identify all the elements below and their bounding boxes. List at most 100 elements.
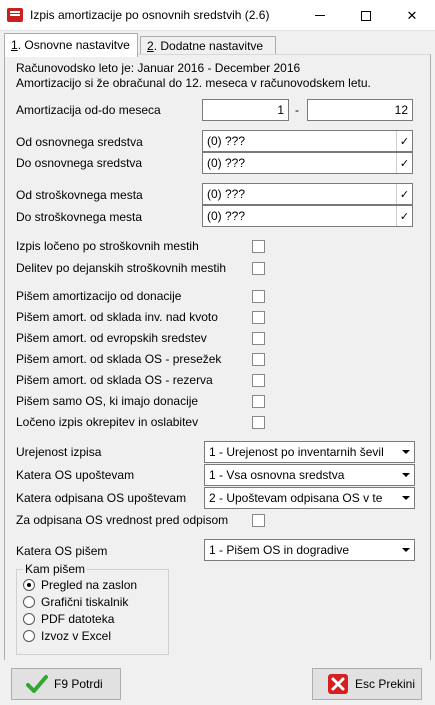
checkbox-label: Pišem amort. od sklada OS - rezerva [16,373,213,387]
cost-center-to-lookup-button[interactable]: ✓ [396,206,412,226]
tab-basic-settings[interactable]: 1. Osnovne nastavitve [4,33,138,57]
fund-surplus-checkbox[interactable] [252,353,265,366]
app-icon [7,8,23,22]
period-label: Amortizacija od-do meseca [16,103,161,117]
asset-to-lookup-button[interactable]: ✓ [396,153,412,173]
dialog-body: 1. Osnovne nastavitve 2. Dodatne nastavi… [0,31,435,705]
sort-order-value: 1 - Urejenost po inventarnih ševil [209,445,384,459]
month-to-input[interactable]: 12 [307,99,413,121]
written-off-label: Katera odpisana OS upoštevam [16,491,187,505]
assets-filter-select[interactable]: 1 - Vsa osnovna sredstva [204,464,415,486]
checkbox-label: Izpis ločeno po stroškovnih mestih [16,239,199,253]
chevron-down-icon[interactable] [398,442,414,462]
minimize-button[interactable] [297,0,343,31]
asset-from-lookup-button[interactable]: ✓ [396,131,412,151]
cost-center-to-input[interactable]: (0) ??? ✓ [202,205,413,227]
assets-filter-value: 1 - Vsa osnovna sredstva [209,468,345,482]
value-before-writeoff-checkbox[interactable] [252,514,265,527]
minimize-icon [315,15,325,16]
impairment-split-checkbox[interactable] [252,416,265,429]
check-icon: ✓ [399,135,410,148]
fiscal-year-info: Računovodsko leto je: Januar 2016 - Dece… [16,61,301,75]
output-excel-option[interactable]: Izvoz v Excel [23,629,111,643]
asset-from-label: Od osnovnega sredstva [16,135,143,149]
amortization-status-info: Amortizacijo si že obračunal do 12. mese… [16,76,371,90]
dialog-footer: F9 Potrdi Esc Prekini [0,660,435,705]
output-pdf-option[interactable]: PDF datoteka [23,612,114,626]
checkbox-label: Pišem amort. od evropskih sredstev [16,331,207,345]
cost-center-from-input[interactable]: (0) ??? ✓ [202,183,413,205]
close-button[interactable]: ✕ [389,0,435,31]
tab-extra-settings[interactable]: 2. Dodatne nastavitve [140,36,276,56]
checkbox-label: Za odpisana OS vrednost pred odpisom [16,513,229,527]
chevron-down-icon[interactable] [398,465,414,485]
sort-order-select[interactable]: 1 - Urejenost po inventarnih ševil [204,441,415,463]
output-destination-group: Kam pišem Pregled na zaslon Grafični tis… [16,562,169,655]
radio-icon [23,596,35,608]
cancel-x-icon [328,674,348,694]
close-icon: ✕ [406,7,418,23]
cost-center-to-value: (0) ??? [207,209,246,223]
check-icon: ✓ [399,210,410,223]
assets-print-value: 1 - Pišem OS in dogradive [209,543,350,557]
checkbox-label: Delitev po dejanskih stroškovnih mestih [16,261,227,275]
period-separator: - [295,103,299,117]
checkbox-label: Pišem amortizacijo od donacije [16,289,182,303]
actual-cost-center-split-checkbox[interactable] [252,262,265,275]
asset-from-input[interactable]: (0) ??? ✓ [202,130,413,152]
output-destination-title: Kam pišem [23,562,88,576]
checkbox-label: Pišem samo OS, ki imajo donacije [16,394,199,408]
radio-icon [23,613,35,625]
confirm-button[interactable]: F9 Potrdi [11,668,121,700]
check-icon: ✓ [399,157,410,170]
tab-panel: Računovodsko leto je: Januar 2016 - Dece… [4,54,431,682]
chevron-down-icon[interactable] [398,488,414,508]
cost-center-to-label: Do stroškovnega mesta [16,210,143,224]
checkmark-icon [26,675,48,693]
written-off-select[interactable]: 2 - Upoštevam odpisana OS v te [204,487,415,509]
output-option-label: PDF datoteka [41,612,115,626]
assets-filter-label: Katera OS upoštevam [16,468,135,482]
output-printer-option[interactable]: Grafični tiskalnik [23,595,128,609]
cost-center-from-label: Od stroškovnega mesta [16,188,143,202]
assets-print-select[interactable]: 1 - Pišem OS in dogradive [204,539,415,561]
split-by-cost-center-checkbox[interactable] [252,240,265,253]
tab-basic-settings-hotkey: 1 [11,38,18,52]
cancel-button-label: Esc Prekini [355,677,416,691]
cancel-button[interactable]: Esc Prekini [312,668,422,700]
checkbox-label: Ločeno izpis okrepitev in oslabitev [16,415,199,429]
cost-center-from-lookup-button[interactable]: ✓ [396,184,412,204]
output-option-label: Pregled na zaslon [41,578,138,592]
output-option-label: Grafični tiskalnik [41,595,129,609]
cost-center-from-value: (0) ??? [207,187,246,201]
european-funds-checkbox[interactable] [252,332,265,345]
output-screen-option[interactable]: Pregled na zaslon [23,578,137,592]
fund-reserve-checkbox[interactable] [252,374,265,387]
maximize-icon [361,10,371,21]
written-off-value: 2 - Upoštevam odpisana OS v te [209,491,383,505]
assets-print-label: Katera OS pišem [16,544,108,558]
radio-icon [23,630,35,642]
output-option-label: Izvoz v Excel [41,629,112,643]
checkbox-label: Pišem amort. od sklada inv. nad kvoto [16,310,218,324]
radio-selected-icon [23,579,35,591]
tab-basic-settings-label: . Osnovne nastavitve [17,38,130,52]
asset-from-value: (0) ??? [207,134,246,148]
chevron-down-icon[interactable] [398,540,414,560]
month-from-input[interactable]: 1 [202,99,289,121]
window-title: Izpis amortizacije po osnovnih sredstvih… [30,8,270,22]
sort-order-label: Urejenost izpisa [16,445,102,459]
only-donated-assets-checkbox[interactable] [252,395,265,408]
maximize-button[interactable] [343,0,389,31]
asset-to-label: Do osnovnega sredstva [16,156,143,170]
donation-amortization-checkbox[interactable] [252,290,265,303]
checkbox-label: Pišem amort. od sklada OS - presežek [16,352,222,366]
tab-extra-settings-hotkey: 2 [147,39,154,53]
asset-to-value: (0) ??? [207,156,246,170]
tab-extra-settings-label: . Dodatne nastavitve [153,39,264,53]
investment-fund-checkbox[interactable] [252,311,265,324]
confirm-button-label: F9 Potrdi [54,677,103,691]
check-icon: ✓ [399,188,410,201]
asset-to-input[interactable]: (0) ??? ✓ [202,152,413,174]
title-bar: Izpis amortizacije po osnovnih sredstvih… [0,0,435,31]
